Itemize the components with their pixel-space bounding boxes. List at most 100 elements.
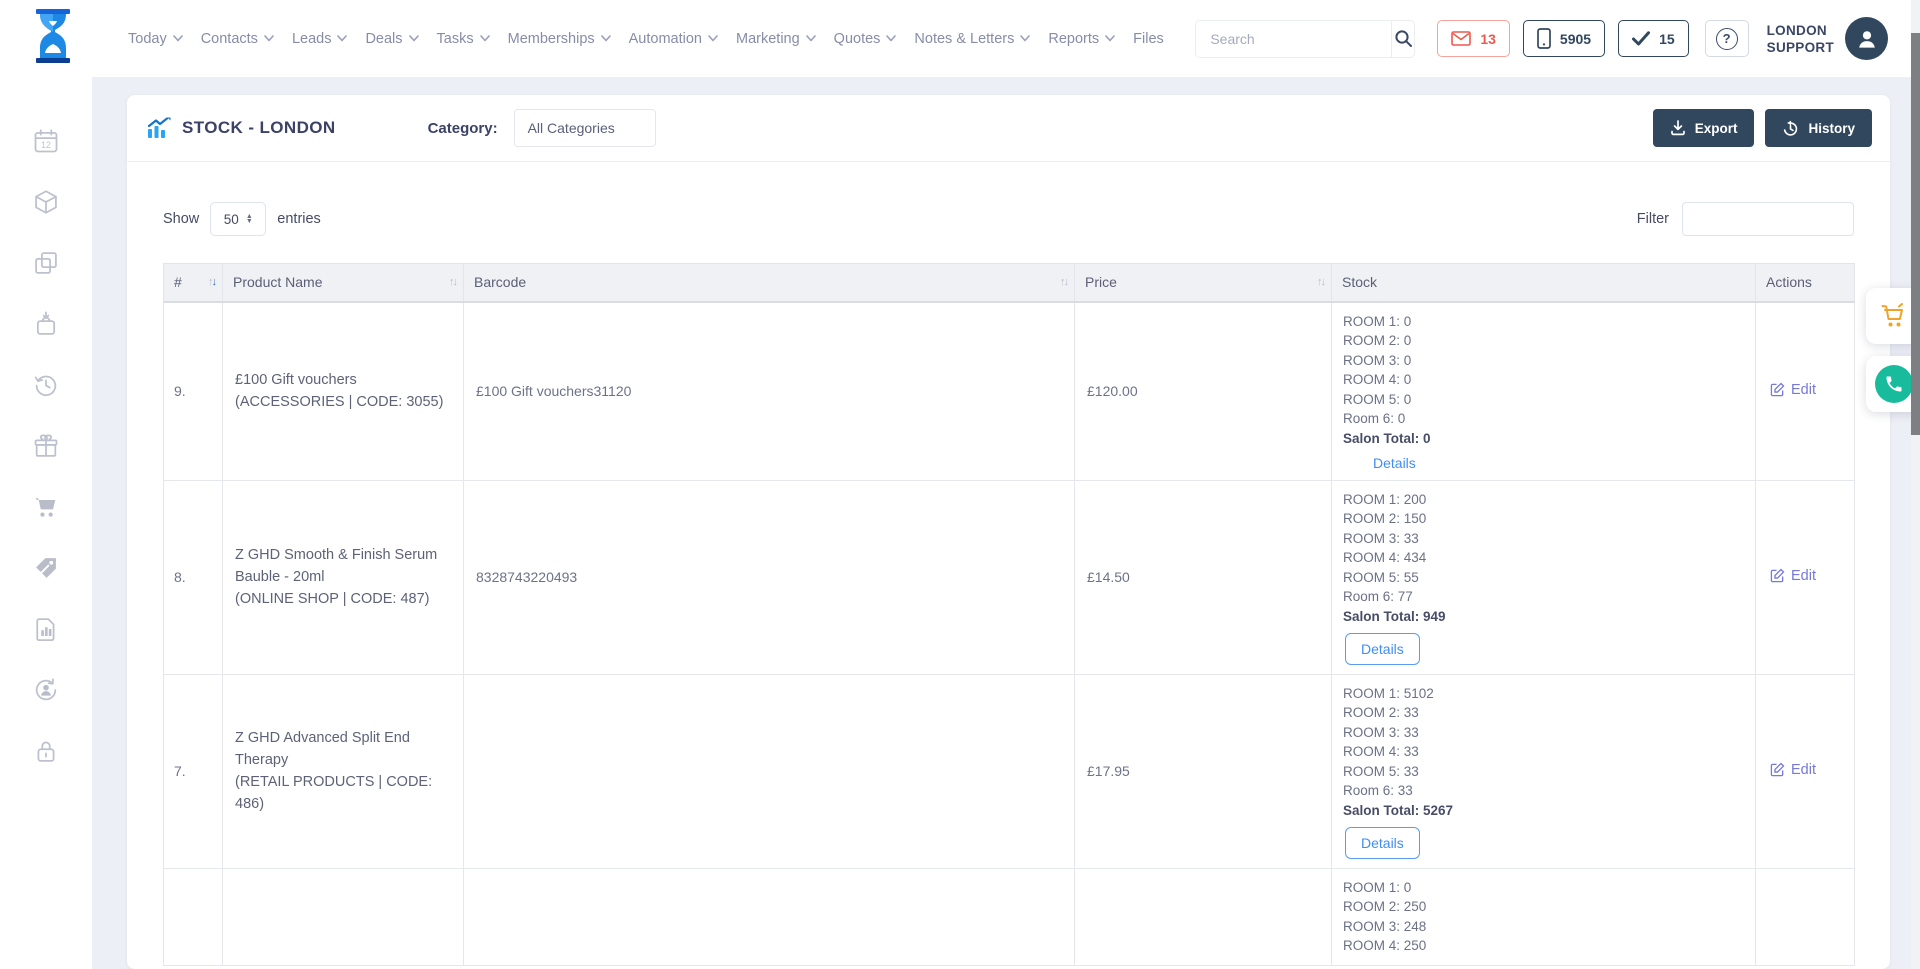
sidebar-bag-receive-icon[interactable] — [32, 310, 60, 338]
nav-deals[interactable]: Deals — [365, 31, 418, 47]
sidebar-report-icon[interactable] — [32, 615, 60, 643]
room-stock-line: ROOM 5: 0 — [1343, 390, 1744, 410]
sidebar-copy-icon[interactable] — [32, 249, 60, 277]
sidebar-account-sync-icon[interactable] — [32, 676, 60, 704]
room-stock-line: ROOM 2: 0 — [1343, 331, 1744, 351]
notification-badges: 13 5905 15 — [1437, 20, 1688, 57]
sidebar-cart-icon[interactable] — [32, 493, 60, 521]
nav-reports-label: Reports — [1048, 31, 1099, 47]
phone-badge[interactable]: 5905 — [1523, 20, 1605, 57]
chevron-down-icon — [409, 35, 419, 42]
room-stock-line: ROOM 3: 0 — [1343, 351, 1744, 371]
tasks-badge[interactable]: 15 — [1618, 20, 1689, 57]
nav-contacts[interactable]: Contacts — [201, 31, 274, 47]
scrollbar-thumb[interactable] — [1911, 33, 1920, 435]
details-button[interactable]: Details — [1345, 633, 1420, 665]
sidebar-gift-icon[interactable] — [32, 432, 60, 460]
sidebar-lock-icon[interactable] — [32, 737, 60, 765]
nav-today[interactable]: Today — [128, 31, 183, 47]
sidebar-price-tag-icon[interactable] — [32, 554, 60, 582]
search-button[interactable] — [1391, 21, 1414, 57]
room-stock-line: ROOM 1: 0 — [1343, 312, 1744, 332]
user-name: LONDON SUPPORT — [1767, 22, 1834, 56]
chevron-down-icon — [1020, 35, 1030, 42]
mail-badge[interactable]: 13 — [1437, 20, 1510, 57]
chevron-down-icon — [480, 35, 490, 42]
edit-link[interactable]: Edit — [1770, 762, 1816, 778]
product-cell — [223, 868, 464, 965]
export-button[interactable]: Export — [1653, 109, 1755, 147]
table-row: 8. Z GHD Smooth & Finish Serum Bauble - … — [164, 480, 1855, 674]
edit-label: Edit — [1791, 568, 1816, 584]
column-header-price[interactable]: Price↑↓ — [1075, 264, 1332, 302]
salon-total: Salon Total: 0 — [1343, 429, 1744, 449]
edit-link[interactable]: Edit — [1770, 568, 1816, 584]
stock-cell: ROOM 1: 0 ROOM 2: 250 ROOM 3: 248 ROOM 4… — [1332, 868, 1756, 965]
edit-icon — [1770, 382, 1785, 397]
room-stock-line: Room 6: 0 — [1343, 409, 1744, 429]
entries-label: entries — [277, 211, 321, 227]
column-header-barcode[interactable]: Barcode↑↓ — [464, 264, 1075, 302]
stock-cell: ROOM 1: 5102 ROOM 2: 33 ROOM 3: 33 ROOM … — [1332, 674, 1756, 868]
details-link[interactable]: Details — [1373, 455, 1416, 471]
nav-marketing[interactable]: Marketing — [736, 31, 816, 47]
room-stock-line: ROOM 3: 33 — [1343, 723, 1744, 743]
sort-icon: ↑↓ — [449, 276, 456, 288]
category-select[interactable]: All Categories — [514, 109, 656, 147]
tasks-count: 15 — [1659, 31, 1675, 47]
scrollbar-track[interactable] — [1911, 0, 1920, 969]
page-size-select[interactable]: 50 ▲▼ — [210, 202, 266, 236]
search-input[interactable] — [1196, 21, 1391, 57]
product-cell: £100 Gift vouchers (ACCESSORIES | CODE: … — [223, 302, 464, 481]
barcode-cell — [464, 868, 1075, 965]
details-button[interactable]: Details — [1345, 827, 1420, 859]
nav-memberships[interactable]: Memberships — [508, 31, 611, 47]
show-label: Show — [163, 211, 199, 227]
stock-cell: ROOM 1: 200 ROOM 2: 150 ROOM 3: 33 ROOM … — [1332, 480, 1756, 674]
nav-reports[interactable]: Reports — [1048, 31, 1115, 47]
download-icon — [1670, 120, 1686, 136]
app-logo[interactable] — [30, 7, 76, 70]
envelope-icon — [1451, 31, 1471, 46]
chevron-down-icon — [264, 35, 274, 42]
col-number-label: # — [174, 274, 182, 290]
sort-icon: ↑↓ — [1317, 276, 1324, 288]
table-row: ROOM 1: 0 ROOM 2: 250 ROOM 3: 248 ROOM 4… — [164, 868, 1855, 965]
sidebar-stock-box-icon[interactable] — [32, 188, 60, 216]
user-menu[interactable]: LONDON SUPPORT — [1767, 17, 1888, 60]
nav-files[interactable]: Files — [1133, 31, 1164, 47]
chevron-down-icon — [1105, 35, 1115, 42]
avatar[interactable] — [1845, 17, 1888, 60]
help-button[interactable]: ? — [1705, 20, 1749, 57]
product-name: Z GHD Advanced Split End Therapy — [235, 727, 451, 771]
history-button[interactable]: History — [1765, 109, 1872, 147]
room-stock-line: ROOM 3: 33 — [1343, 529, 1744, 549]
page-size-control: Show 50 ▲▼ entries — [163, 202, 321, 236]
nav-today-label: Today — [128, 31, 167, 47]
export-label: Export — [1695, 121, 1738, 136]
sidebar-calendar-icon[interactable]: 12 — [32, 127, 60, 155]
price-cell — [1075, 868, 1332, 965]
page-title: STOCK - LONDON — [147, 117, 336, 139]
nav-tasks[interactable]: Tasks — [437, 31, 490, 47]
product-cell: Z GHD Advanced Split End Therapy (RETAIL… — [223, 674, 464, 868]
nav-leads[interactable]: Leads — [292, 31, 348, 47]
column-header-number[interactable]: #↑↓ — [164, 264, 223, 302]
room-stock-line: ROOM 3: 248 — [1343, 917, 1744, 937]
phone-count: 5905 — [1560, 31, 1591, 47]
category-label: Category: — [428, 120, 498, 137]
barcode-cell: 8328743220493 — [464, 480, 1075, 674]
stock-panel: STOCK - LONDON Category: All Categories … — [127, 95, 1890, 969]
search-icon — [1394, 29, 1413, 48]
salon-total: Salon Total: 949 — [1343, 607, 1744, 627]
nav-automation[interactable]: Automation — [629, 31, 718, 47]
filter-input[interactable] — [1682, 202, 1854, 236]
sidebar-history-icon[interactable] — [32, 371, 60, 399]
column-header-product-name[interactable]: Product Name↑↓ — [223, 264, 464, 302]
history-label: History — [1808, 121, 1855, 136]
phone-circle — [1875, 365, 1913, 403]
global-search — [1195, 20, 1415, 58]
edit-link[interactable]: Edit — [1770, 382, 1816, 398]
nav-quotes[interactable]: Quotes — [834, 31, 897, 47]
nav-notes-letters[interactable]: Notes & Letters — [914, 31, 1030, 47]
